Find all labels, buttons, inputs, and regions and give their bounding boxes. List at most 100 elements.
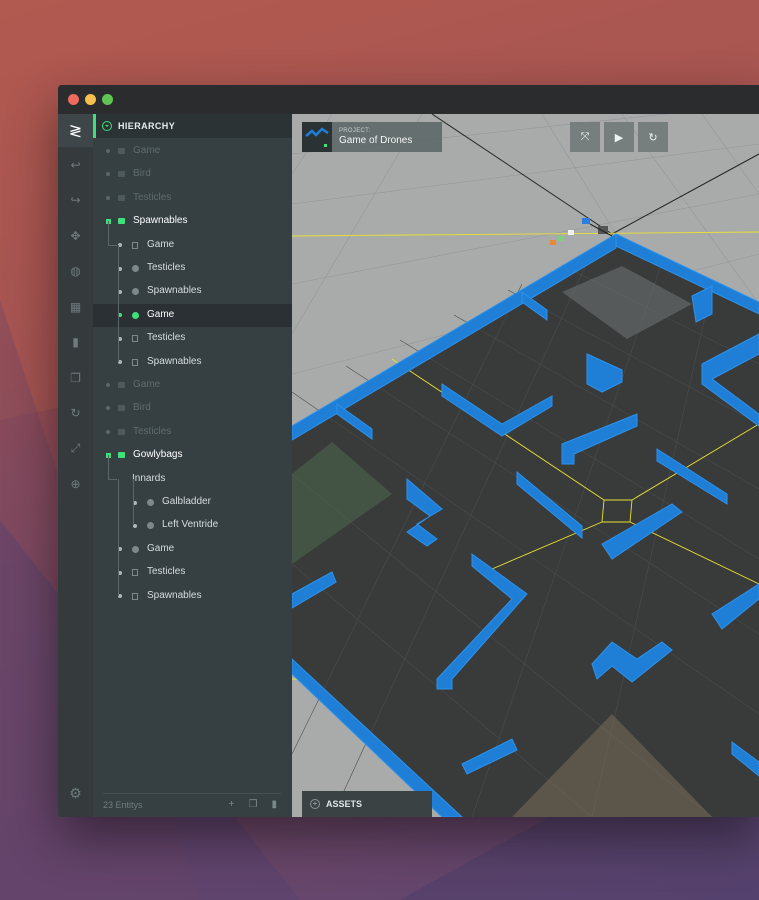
move-icon[interactable]: ✥ [58, 218, 93, 254]
title-bar [58, 85, 759, 114]
assets-label: ASSETS [326, 799, 363, 809]
hierarchy-title: HIERARCHY [118, 121, 176, 131]
box-icon [132, 335, 138, 343]
tree-item-label: Bird [133, 168, 151, 180]
tree-item[interactable]: Testicles [93, 257, 292, 280]
zoom-icon[interactable]: ⊕ [58, 467, 93, 503]
project-label: PROJECT: [339, 128, 371, 134]
rotate-icon[interactable]: ↻ [58, 396, 93, 432]
tree-item[interactable]: Testicles [93, 561, 292, 584]
tree-item[interactable]: Bird [93, 397, 292, 420]
tree-item[interactable]: Spawnables [93, 210, 292, 233]
zoom-window-button[interactable] [102, 94, 113, 105]
tree-item-label: Testicles [133, 191, 172, 203]
cube-icon [132, 311, 139, 319]
tree-bullet [106, 172, 110, 177]
cube-icon [132, 265, 139, 272]
fullscreen-icon: ⤧ [580, 130, 590, 143]
cube-icon [147, 499, 154, 506]
globe-icon[interactable]: ◍ [58, 254, 93, 290]
fullscreen-button[interactable]: ⤧ [570, 122, 600, 152]
tree-item[interactable]: Game [93, 234, 292, 257]
cube-icon [147, 522, 154, 530]
tree-item-label: Spawnables [147, 355, 202, 367]
tree-item-label: Game [147, 238, 175, 250]
tree-item-label: Left Ventride [162, 519, 219, 531]
minimize-window-button[interactable] [85, 94, 96, 105]
tree-item[interactable]: Galbladder [93, 491, 292, 514]
drone-gizmo [550, 218, 613, 245]
tree-item-label: Spawnables [147, 285, 202, 297]
viewport-controls: ⤧ ▶ ↻ [570, 122, 668, 152]
tree-item-label: Game [147, 308, 175, 320]
folder-icon [118, 218, 125, 225]
grid-icon[interactable]: ▦ [58, 289, 93, 325]
tree-item-label: Bird [133, 402, 151, 414]
folder-icon [118, 405, 125, 412]
tree-item-label: Game [147, 542, 175, 554]
tree-bullet [106, 406, 110, 411]
cube-icon [132, 288, 139, 296]
tree-item[interactable]: Game [93, 374, 292, 397]
scene-viewport[interactable]: PROJECT: Game of Drones ⤧ ▶ ↻ + ASSETS [292, 114, 759, 817]
assets-tab[interactable]: + ASSETS [302, 791, 432, 817]
hierarchy-footer: 23 Entitys + ❐ ▮ [103, 793, 281, 811]
tree-connector [108, 478, 117, 480]
add-entity-icon[interactable]: + [229, 799, 235, 810]
tree-item[interactable]: Testicles [93, 187, 292, 210]
undo-icon[interactable]: ↩ [58, 147, 93, 183]
copy-icon[interactable]: ❐ [58, 360, 93, 396]
tree-item-label: Testicles [147, 262, 186, 273]
tree-connector [118, 244, 119, 362]
tree-item[interactable]: Spawnables [93, 351, 292, 374]
folder-icon [118, 171, 125, 178]
tree-item[interactable]: Game [93, 303, 292, 327]
tree-item[interactable]: Testicles [93, 421, 292, 444]
tree-item-label: Spawnables [133, 215, 188, 227]
folder-icon [118, 428, 125, 435]
project-thumbnail-icon [305, 127, 329, 147]
redo-icon[interactable]: ↪ [58, 183, 93, 219]
tree-item-label: Game [133, 145, 161, 156]
box-icon [132, 569, 138, 577]
tree-item[interactable]: Spawnables [93, 280, 292, 303]
tree-item-label: Game [133, 379, 161, 390]
tree-item[interactable]: Innards [93, 468, 292, 491]
tree-item-label: Gowlybags [133, 449, 183, 461]
tree-item-label: Spawnables [147, 589, 202, 601]
tree-item-label: Testicles [147, 566, 186, 578]
tree-connector [118, 478, 119, 596]
scale-icon[interactable]: ⤢ [58, 431, 93, 467]
scene-canvas[interactable] [292, 114, 759, 817]
tree-item[interactable]: Gowlybags [93, 444, 292, 467]
tree-item[interactable]: Bird [93, 163, 292, 186]
tree-bullet [106, 429, 110, 434]
tree-bullet [106, 149, 110, 153]
tree-item[interactable]: Spawnables [93, 585, 292, 608]
close-window-button[interactable] [68, 94, 79, 105]
hierarchy-header[interactable]: HIERARCHY [93, 114, 292, 138]
settings-icon[interactable]: ⚙ [58, 776, 93, 812]
play-icon: ▶ [614, 131, 624, 144]
project-badge[interactable]: PROJECT: Game of Drones [302, 122, 442, 152]
delete-entity-icon[interactable]: ▮ [271, 799, 277, 810]
add-asset-icon[interactable]: + [310, 799, 320, 809]
tree-connector [108, 455, 109, 479]
project-name: Game of Drones [339, 135, 413, 146]
refresh-button[interactable]: ↻ [638, 122, 668, 152]
project-thumbnail [302, 122, 332, 152]
tree-bullet [106, 383, 110, 387]
folder-icon [118, 382, 125, 388]
cube-icon [132, 545, 139, 553]
trash-icon[interactable]: ▮ [58, 325, 93, 361]
app-logo: ≷ [58, 114, 93, 147]
box-icon [132, 592, 138, 600]
tree-item[interactable]: Testicles [93, 327, 292, 350]
tree-item[interactable]: Game [93, 538, 292, 561]
tree-item[interactable]: Game [93, 140, 292, 163]
play-button[interactable]: ▶ [604, 122, 634, 152]
tree-connector [133, 478, 134, 526]
duplicate-entity-icon[interactable]: ❐ [249, 799, 258, 810]
collapse-icon[interactable] [102, 121, 112, 131]
tree-item[interactable]: Left Ventride [93, 514, 292, 537]
